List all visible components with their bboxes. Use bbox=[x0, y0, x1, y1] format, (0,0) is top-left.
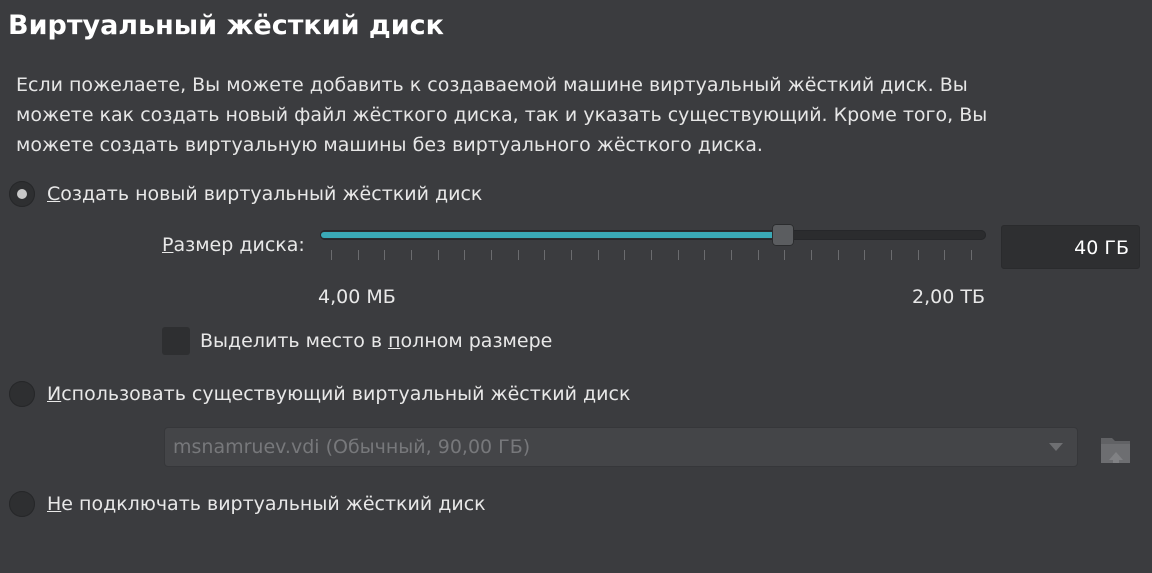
create-new-disk-option[interactable]: Создать новый виртуальный жёсткий диск bbox=[9, 179, 482, 209]
no-disk-label-text: е подключать виртуальный жёсткий диск bbox=[61, 493, 486, 515]
slider-tick bbox=[811, 250, 812, 260]
preallocate-label-after: олном размере bbox=[400, 330, 553, 352]
slider-tick bbox=[438, 250, 439, 260]
disk-size-label: Размер диска: bbox=[162, 234, 305, 256]
no-disk-option[interactable]: Не подключать виртуальный жёсткий диск bbox=[9, 489, 486, 519]
description-line-3: можете создать виртуальную машины без ви… bbox=[16, 134, 763, 156]
description-line-1: Если пожелаете, Вы можете добавить к соз… bbox=[16, 74, 968, 96]
page-title: Виртуальный жёсткий диск bbox=[8, 10, 444, 41]
description-line-2: можете как создать новый файл жёсткого д… bbox=[16, 104, 988, 126]
slider-tick bbox=[624, 250, 625, 260]
disk-size-accel: Р bbox=[162, 234, 174, 256]
slider-tick bbox=[731, 250, 732, 260]
slider-tick bbox=[891, 250, 892, 260]
slider-tick bbox=[331, 250, 332, 260]
slider-tick bbox=[384, 250, 385, 260]
disk-size-max-label: 2,00 ТБ bbox=[912, 286, 985, 308]
slider-tick bbox=[838, 250, 839, 260]
chevron-down-icon[interactable] bbox=[1049, 443, 1063, 451]
create-new-disk-label-text: оздать новый виртуальный жёсткий диск bbox=[60, 183, 483, 205]
slider-tick bbox=[784, 250, 785, 260]
slider-tick bbox=[491, 250, 492, 260]
slider-tick bbox=[464, 250, 465, 260]
slider-tick bbox=[678, 250, 679, 260]
disk-size-min-label: 4,00 МБ bbox=[318, 286, 396, 308]
create-new-disk-radio[interactable] bbox=[9, 181, 35, 207]
disk-size-slider-handle[interactable] bbox=[772, 224, 794, 246]
slider-tick bbox=[411, 250, 412, 260]
disk-size-input[interactable]: 40 ГБ bbox=[1001, 225, 1140, 269]
choose-disk-file-button[interactable] bbox=[1096, 428, 1136, 468]
preallocate-label[interactable]: Выделить место в полном размере bbox=[200, 330, 552, 352]
slider-tick bbox=[758, 250, 759, 260]
slider-tick bbox=[358, 250, 359, 260]
slider-tick bbox=[944, 250, 945, 260]
existing-disk-select[interactable]: msnamruev.vdi (Обычный, 90,00 ГБ) bbox=[164, 427, 1078, 467]
preallocate-accel: п bbox=[388, 330, 401, 352]
no-disk-accel: Н bbox=[47, 493, 62, 515]
use-existing-disk-option[interactable]: Использовать существующий виртуальный жё… bbox=[9, 379, 630, 409]
slider-tick bbox=[598, 250, 599, 260]
no-disk-label[interactable]: Не подключать виртуальный жёсткий диск bbox=[47, 493, 486, 515]
use-existing-disk-label-text: спользовать существующий виртуальный жёс… bbox=[61, 383, 631, 405]
disk-size-label-text: азмер диска: bbox=[173, 234, 305, 256]
disk-size-slider[interactable] bbox=[320, 230, 986, 240]
slider-tick bbox=[571, 250, 572, 260]
slider-tick bbox=[518, 250, 519, 260]
no-disk-radio[interactable] bbox=[9, 491, 35, 517]
use-existing-disk-accel: И bbox=[47, 383, 62, 405]
create-new-disk-label[interactable]: Создать новый виртуальный жёсткий диск bbox=[47, 183, 482, 205]
slider-tick bbox=[651, 250, 652, 260]
preallocate-label-before: Выделить место в bbox=[200, 330, 389, 352]
preallocate-option[interactable]: Выделить место в полном размере bbox=[162, 327, 552, 355]
slider-tick bbox=[864, 250, 865, 260]
slider-tick bbox=[704, 250, 705, 260]
use-existing-disk-radio[interactable] bbox=[9, 381, 35, 407]
description-text: Если пожелаете, Вы можете добавить к соз… bbox=[16, 70, 1016, 160]
slider-tick bbox=[918, 250, 919, 260]
disk-size-slider-ticks bbox=[331, 250, 972, 260]
disk-size-slider-fill bbox=[321, 232, 782, 238]
existing-disk-select-value: msnamruev.vdi (Обычный, 90,00 ГБ) bbox=[173, 436, 531, 458]
use-existing-disk-label[interactable]: Использовать существующий виртуальный жё… bbox=[47, 383, 630, 405]
create-new-disk-accel: С bbox=[47, 183, 61, 205]
folder-icon bbox=[1101, 438, 1130, 463]
preallocate-checkbox[interactable] bbox=[162, 327, 190, 355]
slider-tick bbox=[544, 250, 545, 260]
slider-tick bbox=[971, 250, 972, 260]
